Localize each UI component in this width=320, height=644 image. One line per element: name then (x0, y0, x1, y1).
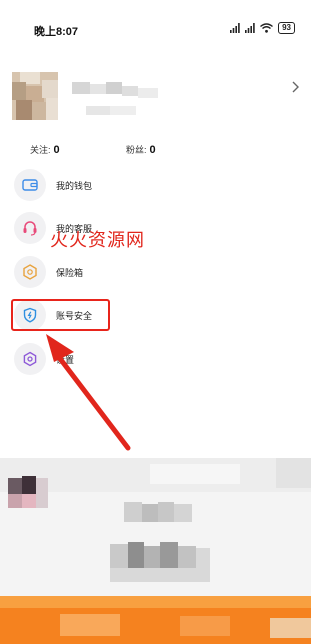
blurred-content-card (0, 458, 311, 644)
